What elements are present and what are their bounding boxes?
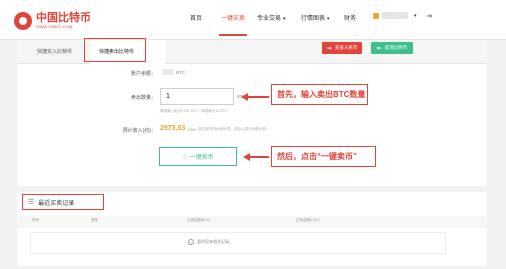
empty-message: i 暂时没有相关记录。: [188, 239, 233, 245]
brand-logo[interactable]: 中国比特币 WWW.CHBTC.COM: [14, 12, 91, 30]
sell-button-label: 一键卖币: [189, 155, 214, 161]
one-click-sell-button[interactable]: ☝ 一键卖币: [159, 147, 237, 166]
balance-unit: BTC: [176, 70, 185, 75]
recharge-cny-button[interactable]: ⇥ 充值人民币: [322, 42, 362, 54]
withdraw-label: 提现比特币: [384, 45, 408, 50]
chevron-down-icon: ▾: [283, 16, 286, 22]
chevron-down-icon: ▾: [327, 16, 330, 22]
recharge-icon: ⇥: [326, 45, 332, 52]
callout-step-1: 首先，输入卖出BTC数量: [271, 84, 368, 105]
withdraw-icon: ⇤: [376, 45, 382, 52]
column-amount-cny: 交易金额(CNY): [296, 218, 320, 222]
records-title-label: 最近买卖记录: [38, 200, 75, 207]
info-icon: i: [188, 239, 194, 245]
logout-icon[interactable]: ⇥: [426, 12, 432, 20]
brand-name: 中国比特币: [36, 12, 91, 24]
nav-finance[interactable]: 财务: [344, 13, 356, 22]
withdraw-btc-button[interactable]: ⇤ 提现比特币: [371, 42, 413, 54]
nav-active-indicator: [219, 34, 247, 36]
callout-step-2: 然后，点击“一键卖币”: [271, 146, 376, 167]
hand-coin-icon: ☝: [182, 153, 187, 161]
tab-quick-buy[interactable]: 快捷买入比特币: [37, 48, 72, 55]
empty-message-text: 暂时没有相关记录。: [197, 239, 233, 244]
chevron-down-icon[interactable]: ▾: [414, 13, 417, 19]
nav-home[interactable]: 首页: [190, 13, 202, 22]
estimated-income-value: 2973.03: [160, 125, 186, 132]
records-empty-row: [30, 232, 446, 254]
quantity-label: 卖出数量：: [130, 95, 156, 101]
income-note: (按当前市场价格计算，实际以成交价格为准): [198, 127, 267, 131]
sell-quantity-input[interactable]: 1: [160, 88, 234, 105]
brand-url: WWW.CHBTC.COM: [36, 24, 73, 29]
records-table-header: [17, 216, 487, 228]
column-amount-btc: 交易金额(BTC): [187, 218, 211, 222]
income-unit: CNY: [188, 127, 197, 132]
quantity-hint: 单笔最小卖出0.001 BTC，单笔最大10 BTC: [160, 109, 228, 113]
column-time: 时间: [32, 218, 39, 222]
balance-value-redacted: [162, 69, 174, 75]
nav-charts[interactable]: 行情图表 ▾: [301, 13, 330, 22]
nav-quick-trade[interactable]: 一键买卖: [221, 13, 245, 22]
nav-pro-trade-label: 专业交易: [257, 16, 282, 22]
logo-icon: [14, 12, 32, 30]
arrow-left-icon: [243, 153, 269, 161]
username-redacted[interactable]: [382, 12, 408, 19]
arrow-left-icon: [241, 93, 269, 101]
balance-label: 账户余额：: [130, 71, 156, 77]
user-icon[interactable]: [373, 13, 379, 19]
estimated-income-label: 预计收入(约)：: [122, 128, 156, 134]
records-title: ☰ 最近买卖记录: [22, 194, 104, 210]
column-type: 类型: [91, 218, 98, 222]
nav-pro-trade[interactable]: 专业交易 ▾: [257, 13, 286, 22]
highlight-sell-tab: [84, 38, 146, 62]
top-navbar: 中国比特币 WWW.CHBTC.COM 首页 一键买卖 专业交易 ▾ 行情图表 ▾ …: [0, 0, 506, 40]
list-icon: ☰: [28, 199, 35, 206]
recharge-label: 充值人民币: [334, 45, 358, 50]
nav-charts-label: 行情图表: [301, 16, 326, 22]
